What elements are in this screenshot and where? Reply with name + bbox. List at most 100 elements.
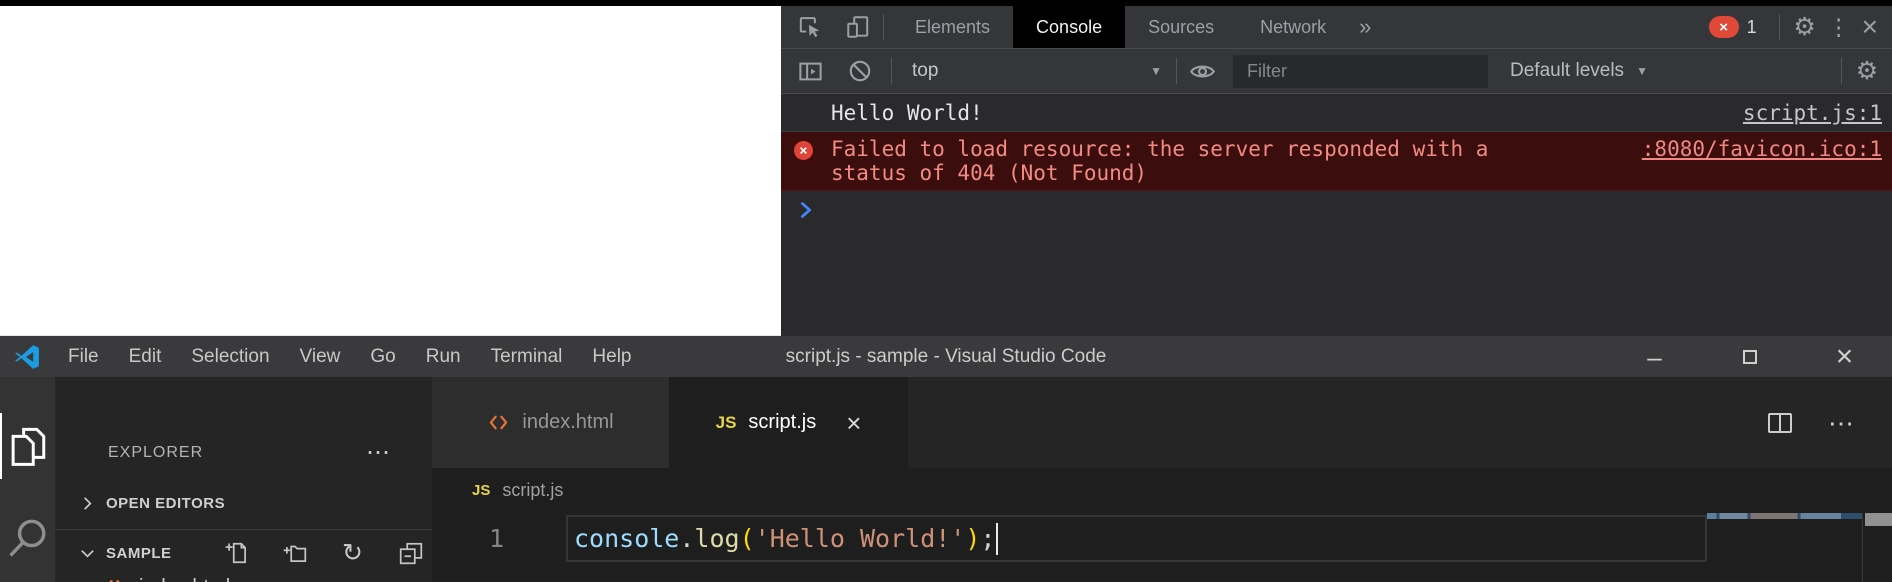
new-folder-icon[interactable]	[282, 540, 308, 566]
scrollbar-thumb[interactable]	[1865, 513, 1892, 526]
menu-terminal[interactable]: Terminal	[476, 336, 578, 377]
menu-edit[interactable]: Edit	[114, 336, 177, 377]
menu-go[interactable]: Go	[355, 336, 410, 377]
devtools-tab-console[interactable]: Console	[1013, 6, 1125, 48]
console-filter-input[interactable]	[1233, 55, 1488, 88]
error-icon: ×	[794, 141, 813, 160]
console-log-text: Hello World!	[831, 101, 983, 125]
console-error-source-link[interactable]: :8080/favicon.ico:1	[1642, 137, 1882, 161]
explorer-more-actions-icon[interactable]: ⋯	[366, 441, 392, 465]
tab-script-js[interactable]: JS script.js ×	[669, 377, 908, 468]
code-editor[interactable]: 1 console.log('Hello World!');	[432, 513, 1892, 582]
html-file-icon	[102, 575, 127, 582]
text-cursor	[996, 523, 998, 555]
console-error-text: Failed to load resource: the server resp…	[831, 137, 1541, 185]
open-editors-section[interactable]: OPEN EDITORS	[55, 485, 432, 521]
editor-zone: index.html JS script.js × ⋯ JS script.js	[432, 377, 1892, 582]
maximize-icon	[1743, 350, 1757, 364]
js-file-icon: JS	[716, 413, 737, 433]
console-settings-icon[interactable]: ⚙	[1850, 54, 1884, 88]
html-file-icon	[487, 411, 510, 434]
console-log-source-link[interactable]: script.js:1	[1743, 101, 1882, 125]
menu-view[interactable]: View	[285, 336, 356, 377]
folder-section[interactable]: SAMPLE ↻	[55, 533, 432, 573]
collapse-folders-icon[interactable]	[398, 540, 424, 566]
inspect-element-icon[interactable]	[793, 10, 827, 44]
clear-console-icon[interactable]	[843, 54, 877, 88]
devtools-close-icon[interactable]: ×	[1856, 13, 1892, 41]
folder-name-label: SAMPLE	[106, 545, 172, 562]
vscode-titlebar: File Edit Selection View Go Run Terminal…	[0, 336, 1892, 377]
search-icon[interactable]	[5, 515, 51, 561]
file-item-label: index.html	[139, 576, 230, 582]
divider	[1841, 58, 1842, 84]
devtools-tab-network[interactable]: Network	[1237, 6, 1349, 48]
js-file-icon: JS	[472, 482, 490, 499]
console-log-row: Hello World! script.js:1	[781, 94, 1892, 132]
explorer-files-icon[interactable]	[5, 423, 51, 469]
device-toolbar-icon[interactable]	[841, 10, 875, 44]
devtools-tab-sources[interactable]: Sources	[1125, 6, 1237, 48]
breadcrumb[interactable]: JS script.js	[432, 468, 1892, 513]
editor-more-actions-icon[interactable]: ⋯	[1828, 410, 1854, 436]
close-button[interactable]: ×	[1797, 336, 1892, 377]
activity-bar	[0, 377, 55, 582]
devtools-tabbar: Elements Console Sources Network » × 1 ⚙…	[781, 6, 1892, 48]
more-tabs-icon[interactable]: »	[1349, 16, 1381, 38]
tab-close-icon[interactable]: ×	[846, 410, 861, 436]
tab-label: script.js	[748, 411, 816, 434]
menu-file[interactable]: File	[53, 336, 114, 377]
active-view-indicator	[0, 413, 2, 479]
explorer-title: EXPLORER	[108, 444, 203, 462]
tab-label: index.html	[522, 411, 613, 434]
code-line-1: console.log('Hello World!');	[574, 513, 998, 564]
breadcrumb-file: script.js	[502, 480, 563, 501]
window-controls: – ×	[1607, 336, 1892, 377]
log-levels-value: Default levels	[1510, 60, 1624, 82]
split-editor-icon[interactable]	[1768, 413, 1792, 433]
live-expression-eye-icon[interactable]	[1185, 54, 1219, 88]
menu-selection[interactable]: Selection	[176, 336, 284, 377]
divider	[891, 58, 892, 84]
devtools-panel: Elements Console Sources Network » × 1 ⚙…	[781, 6, 1892, 336]
menu-run[interactable]: Run	[411, 336, 476, 377]
explorer-actions: ↻	[224, 540, 424, 566]
minimap[interactable]	[1707, 513, 1863, 519]
devtools-tab-elements[interactable]: Elements	[892, 6, 1013, 48]
menu-help[interactable]: Help	[577, 336, 646, 377]
browser-viewport	[0, 6, 781, 336]
log-levels-select[interactable]: Default levels ▼	[1510, 60, 1648, 82]
error-count-badge[interactable]: ×	[1709, 16, 1739, 38]
vscode-body: EXPLORER ⋯ OPEN EDITORS SAMPLE	[0, 377, 1892, 582]
devtools-menu-icon[interactable]: ⋮	[1822, 10, 1856, 44]
divider	[1176, 58, 1177, 84]
console-prompt-icon	[795, 199, 1892, 221]
divider	[1779, 14, 1780, 40]
chevron-down-icon: ▼	[1636, 65, 1648, 77]
explorer-header: EXPLORER ⋯	[55, 435, 432, 471]
divider	[883, 14, 884, 40]
console-prompt-row[interactable]	[781, 191, 1892, 221]
console-sidebar-icon[interactable]	[793, 54, 827, 88]
open-editors-label: OPEN EDITORS	[106, 495, 225, 512]
frame-context-select[interactable]: top ▼	[912, 60, 1162, 82]
badge-x-icon: ×	[1719, 20, 1728, 35]
refresh-icon[interactable]: ↻	[340, 540, 366, 566]
editor-tabbar: index.html JS script.js × ⋯	[432, 377, 1892, 468]
divider	[55, 529, 432, 530]
error-count: 1	[1747, 17, 1757, 38]
console-messages: Hello World! script.js:1 × Failed to loa…	[781, 93, 1892, 336]
chevron-right-icon	[79, 495, 96, 512]
chevron-down-icon: ▼	[1150, 65, 1162, 77]
console-toolbar: top ▼ Default levels ▼ ⚙	[781, 48, 1892, 93]
tab-index-html[interactable]: index.html	[432, 377, 669, 468]
maximize-button[interactable]	[1702, 336, 1797, 377]
minimap-separator	[1862, 513, 1863, 582]
line-number: 1	[489, 513, 504, 564]
devtools-settings-icon[interactable]: ⚙	[1788, 10, 1822, 44]
editor-actions: ⋯	[1768, 377, 1892, 468]
file-item-index-html[interactable]: index.html	[55, 569, 432, 582]
new-file-icon[interactable]	[224, 540, 250, 566]
explorer-sidebar: EXPLORER ⋯ OPEN EDITORS SAMPLE	[55, 377, 432, 582]
minimize-button[interactable]: –	[1607, 336, 1702, 377]
